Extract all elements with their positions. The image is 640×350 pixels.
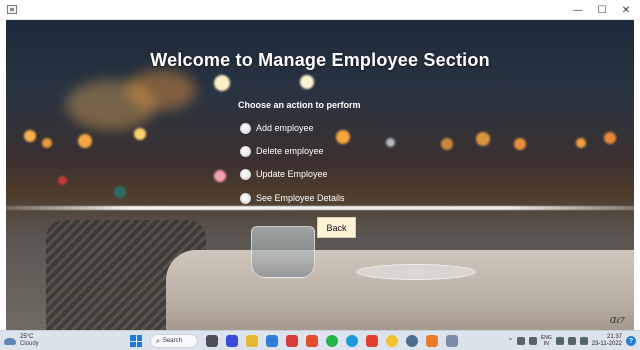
battery-icon[interactable] (579, 337, 588, 345)
option-label: Update Employee (256, 169, 328, 179)
task-view-icon[interactable] (206, 335, 218, 347)
start-menu-icon[interactable] (130, 335, 142, 347)
option-label: See Employee Details (256, 193, 345, 203)
settings-icon[interactable] (406, 335, 418, 347)
option-update-employee[interactable]: Update Employee (240, 167, 328, 181)
app-red-icon[interactable] (366, 335, 378, 347)
photo-signature: Ɑℓ7 (610, 316, 625, 325)
search-label: Search (162, 338, 182, 344)
radio-button[interactable] (240, 122, 251, 134)
chrome-browser-icon[interactable] (386, 335, 398, 347)
bokeh-light (214, 75, 230, 91)
taskbar-search[interactable]: ⌕ Search (150, 334, 198, 348)
clock[interactable]: 21:37 23-11-2022 (592, 334, 622, 348)
page-title: Welcome to Manage Employee Section (150, 50, 490, 70)
windows-taskbar: 25°C Cloudy ⌕ Search ^ ENG IN 21:37 23-1… (0, 330, 640, 350)
bokeh-light (58, 176, 67, 185)
app-window-icon (7, 5, 17, 14)
help-icon[interactable]: ? (626, 336, 636, 346)
option-label: Add employee (256, 123, 314, 133)
option-see-employee-details[interactable]: See Employee Details (240, 191, 345, 205)
bokeh-light (476, 132, 490, 146)
string-lights (6, 206, 634, 210)
window-title-bar: — ☐ ✕ (0, 0, 640, 20)
bokeh-light (114, 186, 126, 198)
onedrive-icon[interactable] (516, 337, 525, 345)
sync-icon[interactable] (528, 337, 537, 345)
close-button[interactable]: ✕ (614, 0, 638, 20)
option-add-employee[interactable]: Add employee (240, 121, 314, 135)
java-app-icon[interactable] (446, 335, 458, 347)
camera-app-icon[interactable] (226, 335, 238, 347)
water-glass (251, 226, 315, 278)
system-tray: ^ ENG IN 21:37 23-11-2022 ? (508, 333, 636, 349)
option-label: Delete employee (256, 146, 324, 156)
option-delete-employee[interactable]: Delete employee (240, 144, 324, 158)
file-explorer-icon[interactable] (246, 335, 258, 347)
weather-widget[interactable]: 25°C Cloudy (4, 333, 39, 349)
maximize-button[interactable]: ☐ (590, 0, 614, 20)
language-indicator[interactable]: ENG IN (541, 335, 552, 347)
bokeh-light (214, 170, 226, 182)
action-prompt: Choose an action to perform (238, 100, 361, 110)
clock-date: 23-11-2022 (591, 341, 622, 347)
bokeh-light (300, 75, 314, 89)
bokeh-light (576, 138, 586, 148)
weather-temperature: 25°C (20, 334, 34, 340)
app-colorful-icon[interactable] (426, 335, 438, 347)
search-icon: ⌕ (156, 336, 160, 345)
minimize-button[interactable]: — (566, 0, 590, 20)
bokeh-light (514, 138, 526, 150)
radio-button[interactable] (240, 192, 251, 204)
office-app-icon[interactable] (306, 335, 318, 347)
bokeh-light (604, 132, 616, 144)
dining-table (166, 250, 634, 330)
edge-browser-icon[interactable] (346, 335, 358, 347)
bokeh-light (126, 70, 196, 110)
store-app-icon[interactable] (286, 335, 298, 347)
bokeh-light (78, 134, 92, 148)
bokeh-light (336, 130, 350, 144)
notes-app-icon[interactable] (266, 335, 278, 347)
bokeh-light (386, 138, 395, 147)
cloud-icon (4, 337, 16, 345)
background-scene: Ɑℓ7 Welcome to Manage Employee Section C… (6, 20, 634, 330)
radio-button[interactable] (240, 145, 251, 157)
volume-icon[interactable] (567, 337, 576, 345)
bokeh-light (134, 128, 146, 140)
chevron-up-icon[interactable]: ^ (508, 338, 513, 345)
bokeh-light (42, 138, 52, 148)
radio-button[interactable] (240, 168, 251, 180)
whatsapp-icon[interactable] (326, 335, 338, 347)
wifi-icon[interactable] (555, 337, 564, 345)
dinner-plate (356, 264, 476, 280)
weather-description: Cloudy (20, 341, 39, 347)
clock-time: 21:37 (606, 334, 622, 340)
back-button[interactable]: Back (317, 217, 356, 238)
bokeh-light (441, 138, 453, 150)
bokeh-light (24, 130, 36, 142)
